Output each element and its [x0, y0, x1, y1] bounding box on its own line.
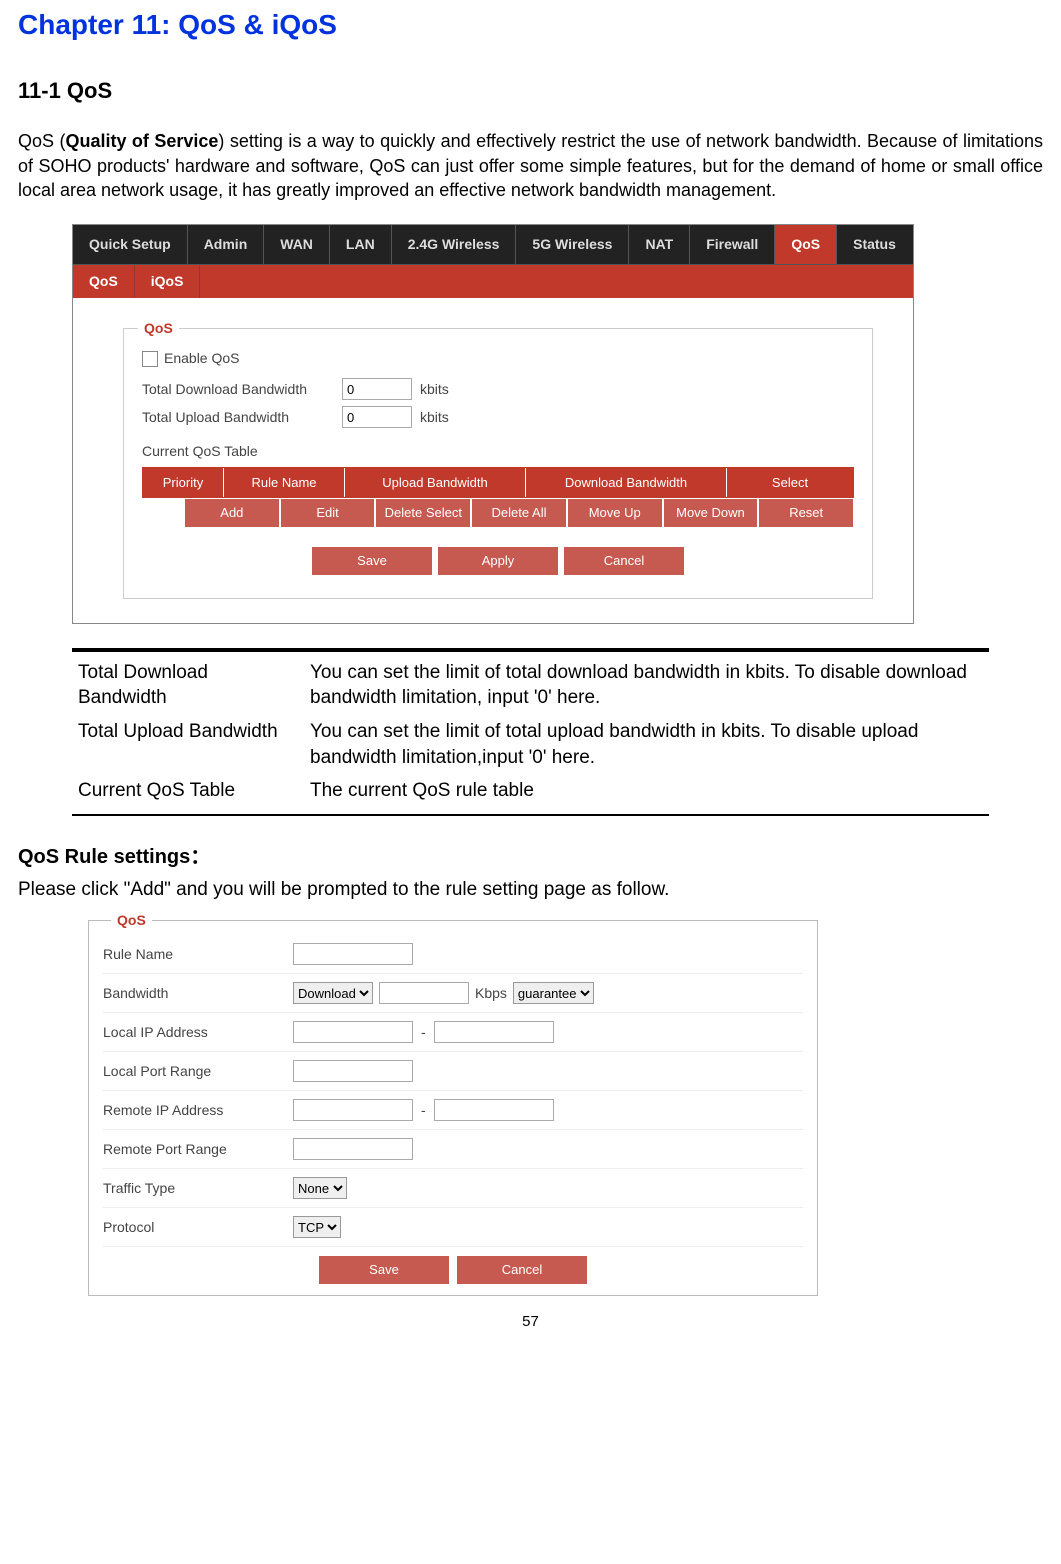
save-button[interactable]: Save [311, 546, 433, 576]
table-row: Current QoS Table The current QoS rule t… [72, 774, 989, 808]
bandwidth-label: Bandwidth [103, 984, 293, 1003]
traffic-type-select[interactable]: None [293, 1177, 347, 1199]
main-nav: Quick Setup Admin WAN LAN 2.4G Wireless … [73, 225, 913, 265]
intro-bold: Quality of Service [65, 131, 218, 151]
tab-quick-setup[interactable]: Quick Setup [73, 225, 188, 264]
desc-key: Current QoS Table [72, 774, 304, 808]
description-table: Total Download Bandwidth You can set the… [72, 656, 989, 808]
qos2-cancel-button[interactable]: Cancel [456, 1255, 588, 1285]
page-number: 57 [18, 1312, 1043, 1332]
qos-rule-screenshot: QoS Rule Name Bandwidth Download Kbps gu… [88, 920, 818, 1296]
move-up-button[interactable]: Move Up [567, 498, 663, 528]
dash-icon: - [421, 1023, 426, 1042]
bandwidth-value-input[interactable] [379, 982, 469, 1004]
tab-status[interactable]: Status [837, 225, 912, 264]
tab-5g[interactable]: 5G Wireless [516, 225, 629, 264]
tab-nat[interactable]: NAT [629, 225, 690, 264]
table-top-rule [72, 648, 989, 652]
bandwidth-mode-select[interactable]: guarantee [513, 982, 594, 1004]
rule-name-label: Rule Name [103, 945, 293, 964]
total-upload-input[interactable] [342, 406, 412, 428]
tab-lan[interactable]: LAN [330, 225, 392, 264]
sub-nav: QoS iQoS [73, 265, 913, 298]
th-download-bandwidth: Download Bandwidth [526, 468, 727, 498]
apply-button[interactable]: Apply [437, 546, 559, 576]
kbits-label-2: kbits [420, 408, 449, 427]
kbits-label: kbits [420, 380, 449, 399]
remote-port-input[interactable] [293, 1138, 413, 1160]
tab-firewall[interactable]: Firewall [690, 225, 775, 264]
subtab-iqos[interactable]: iQoS [135, 265, 201, 298]
local-ip-label: Local IP Address [103, 1023, 293, 1042]
dash-icon: - [421, 1101, 426, 1120]
th-upload-bandwidth: Upload Bandwidth [345, 468, 526, 498]
total-download-label: Total Download Bandwidth [142, 380, 342, 399]
reset-button[interactable]: Reset [758, 498, 854, 528]
intro-paragraph: QoS (Quality of Service) setting is a wa… [18, 129, 1043, 202]
desc-value: You can set the limit of total download … [304, 656, 989, 715]
total-download-input[interactable] [342, 378, 412, 400]
table-bottom-rule [72, 814, 989, 816]
delete-all-button[interactable]: Delete All [471, 498, 567, 528]
protocol-label: Protocol [103, 1218, 293, 1237]
chapter-title: Chapter 11: QoS & iQoS [18, 6, 1043, 44]
rule-name-input[interactable] [293, 943, 413, 965]
local-ip-start-input[interactable] [293, 1021, 413, 1043]
remote-port-label: Remote Port Range [103, 1140, 293, 1159]
remote-ip-end-input[interactable] [434, 1099, 554, 1121]
desc-value: The current QoS rule table [304, 774, 989, 808]
desc-value: You can set the limit of total upload ba… [304, 715, 989, 774]
qos-panel-legend: QoS [138, 319, 179, 338]
tab-24g[interactable]: 2.4G Wireless [392, 225, 517, 264]
tab-admin[interactable]: Admin [188, 225, 265, 264]
remote-ip-start-input[interactable] [293, 1099, 413, 1121]
qos2-button-row: Save Cancel [103, 1247, 803, 1285]
local-port-input[interactable] [293, 1060, 413, 1082]
intro-prefix: QoS ( [18, 131, 65, 151]
desc-key: Total Download Bandwidth [72, 656, 304, 715]
bandwidth-direction-select[interactable]: Download [293, 982, 373, 1004]
th-select: Select [727, 468, 853, 498]
traffic-type-label: Traffic Type [103, 1179, 293, 1198]
add-button[interactable]: Add [184, 498, 280, 528]
enable-qos-checkbox[interactable] [142, 351, 158, 367]
qos-panel: QoS Enable QoS Total Download Bandwidth … [123, 328, 873, 598]
desc-key: Total Upload Bandwidth [72, 715, 304, 774]
protocol-select[interactable]: TCP [293, 1216, 341, 1238]
bandwidth-unit: Kbps [475, 984, 507, 1003]
bottom-action-row: Save Apply Cancel [142, 546, 854, 576]
tab-qos[interactable]: QoS [775, 225, 837, 264]
subtab-qos[interactable]: QoS [73, 265, 135, 298]
tab-wan[interactable]: WAN [264, 225, 330, 264]
delete-select-button[interactable]: Delete Select [375, 498, 471, 528]
total-upload-label: Total Upload Bandwidth [142, 408, 342, 427]
table-action-row: Add Edit Delete Select Delete All Move U… [142, 498, 854, 528]
local-ip-end-input[interactable] [434, 1021, 554, 1043]
qos-screenshot: Quick Setup Admin WAN LAN 2.4G Wireless … [72, 224, 914, 623]
table-row: Total Download Bandwidth You can set the… [72, 656, 989, 715]
th-priority: Priority [143, 468, 224, 498]
enable-qos-label: Enable QoS [164, 349, 240, 368]
qos-rule-settings-instruction: Please click "Add" and you will be promp… [18, 877, 1043, 903]
qos-rule-settings-heading: QoS Rule settings： [18, 844, 1043, 871]
section-title: 11-1 QoS [18, 76, 1043, 106]
table-row: Total Upload Bandwidth You can set the l… [72, 715, 989, 774]
cancel-button[interactable]: Cancel [563, 546, 685, 576]
edit-button[interactable]: Edit [280, 498, 376, 528]
qos2-save-button[interactable]: Save [318, 1255, 450, 1285]
local-port-label: Local Port Range [103, 1062, 293, 1081]
current-qos-table-label: Current QoS Table [142, 442, 854, 461]
qos2-legend: QoS [111, 911, 152, 930]
qos-table-header: Priority Rule Name Upload Bandwidth Down… [142, 467, 854, 499]
remote-ip-label: Remote IP Address [103, 1101, 293, 1120]
move-down-button[interactable]: Move Down [663, 498, 759, 528]
th-rule-name: Rule Name [224, 468, 345, 498]
